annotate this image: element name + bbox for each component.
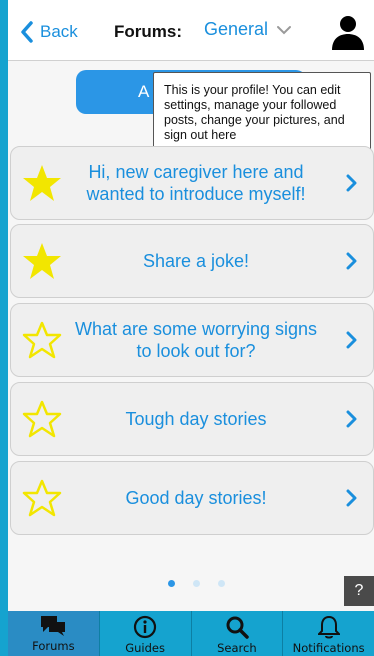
page-indicator [168, 580, 225, 587]
topic-item[interactable]: Hi, new caregiver here and wanted to int… [10, 146, 374, 220]
page-dot[interactable] [218, 580, 225, 587]
chevron-right-icon [346, 174, 357, 192]
star-outline-icon[interactable] [21, 399, 63, 439]
tab-forums[interactable]: Forums [8, 611, 99, 656]
chevron-right-icon [346, 489, 357, 507]
add-topic-label: A [138, 82, 150, 101]
page-dot[interactable] [168, 580, 175, 587]
help-label: ? [354, 582, 364, 599]
tab-notifications[interactable]: Notifications [282, 611, 374, 656]
search-icon [226, 616, 249, 639]
tab-search[interactable]: Search [190, 611, 283, 656]
chevron-right-icon [346, 331, 357, 349]
bottom-tab-bar: Forums Guides Search Notifications [8, 611, 374, 656]
chevron-left-icon [21, 21, 33, 43]
chevron-right-icon [346, 252, 357, 270]
chevron-down-icon [277, 25, 292, 34]
topic-label: What are some worrying signs to look out… [74, 319, 318, 361]
star-outline-icon[interactable] [21, 320, 63, 360]
topic-label: Hi, new caregiver here and wanted to int… [86, 162, 306, 204]
topic-item[interactable]: Share a joke! [10, 224, 374, 298]
help-button[interactable]: ? [344, 576, 374, 606]
star-filled-icon[interactable] [21, 241, 63, 281]
app-screen: Back Forums: General A This is your prof… [8, 0, 374, 656]
star-outline-icon[interactable] [21, 478, 63, 518]
forum-selected-value: General [204, 19, 269, 39]
topic-label: Share a joke! [142, 251, 250, 271]
tab-label: Forums [32, 639, 75, 653]
page-dot[interactable] [193, 580, 200, 587]
profile-icon[interactable] [330, 14, 366, 52]
topic-item[interactable]: What are some worrying signs to look out… [10, 303, 374, 377]
back-label: Back [40, 22, 78, 41]
tab-label: Search [217, 641, 257, 655]
header-bar: Back Forums: General [8, 0, 374, 61]
star-filled-icon[interactable] [21, 163, 63, 203]
back-button[interactable]: Back [20, 18, 78, 46]
topic-item[interactable]: Good day stories! [10, 461, 374, 535]
tab-label: Guides [125, 641, 165, 655]
topic-label: Good day stories! [125, 488, 267, 508]
bell-icon [317, 615, 340, 639]
tab-label: Notifications [292, 641, 365, 655]
info-icon [134, 615, 157, 639]
forum-dropdown[interactable]: General [204, 19, 292, 40]
chat-icon [41, 616, 66, 636]
topic-item[interactable]: Tough day stories [10, 382, 374, 456]
page-title: Forums: [114, 22, 182, 41]
tooltip-text: This is your profile! You can edit setti… [164, 83, 345, 142]
topic-label: Tough day stories [125, 409, 267, 429]
tab-guides[interactable]: Guides [98, 611, 191, 656]
chevron-right-icon [346, 410, 357, 428]
